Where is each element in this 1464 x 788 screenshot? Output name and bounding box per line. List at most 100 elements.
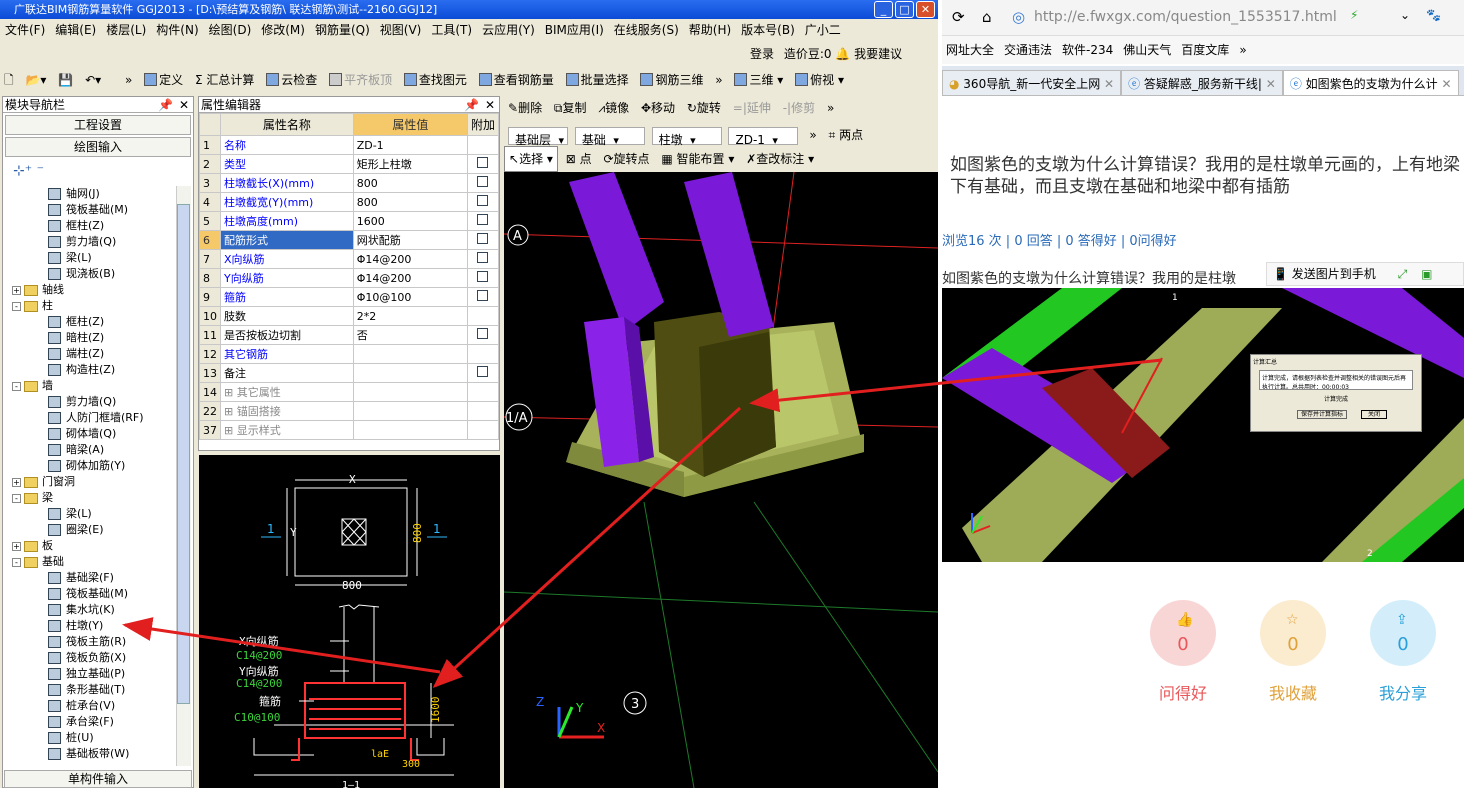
- tree-item[interactable]: 轴网(J): [6, 186, 176, 202]
- view-3d-dropdown[interactable]: 三维 ▾: [730, 68, 787, 92]
- open-icon[interactable]: 📂▾: [21, 68, 50, 92]
- property-row[interactable]: 13 备注: [199, 363, 500, 383]
- action-label[interactable]: 问得好: [1138, 680, 1228, 704]
- tab-close-icon[interactable]: ✕: [1100, 77, 1114, 91]
- collapse-icon[interactable]: -: [12, 557, 21, 567]
- add-checkbox[interactable]: [477, 195, 489, 206]
- tab-close-icon[interactable]: ✕: [1262, 77, 1276, 91]
- summary-calc-button[interactable]: Σ 汇总计算: [191, 68, 258, 92]
- tree-item[interactable]: 砌体加筋(Y): [6, 458, 176, 474]
- property-value[interactable]: [352, 420, 468, 440]
- tree-item[interactable]: 独立基础(P): [6, 666, 176, 682]
- property-value[interactable]: [352, 344, 468, 364]
- bookmark-item[interactable]: 交通违法: [1004, 43, 1052, 57]
- collapse-icon[interactable]: -: [12, 301, 21, 311]
- login-link[interactable]: 登录: [750, 47, 774, 61]
- tree-item[interactable]: 暗柱(Z): [6, 330, 176, 346]
- close-button[interactable]: ✕: [916, 1, 935, 18]
- tree-item[interactable]: 筏板基础(M): [6, 202, 176, 218]
- browser-tab[interactable]: ◕ 360导航_新一代安全上网 ✕: [942, 70, 1122, 95]
- floor-dropdown[interactable]: 基础层 ▾: [508, 126, 568, 146]
- tree-item[interactable]: 梁(L): [6, 506, 176, 522]
- minimize-button[interactable]: _: [874, 1, 893, 18]
- property-value[interactable]: 网状配筋: [352, 230, 468, 250]
- tree-item[interactable]: 桩承台(V): [6, 698, 176, 714]
- mirror-button[interactable]: ⩘镜像: [594, 96, 633, 120]
- tree-item[interactable]: -柱: [6, 298, 176, 314]
- panel-close-icon[interactable]: ✕: [179, 97, 189, 113]
- tree-item[interactable]: 构造柱(Z): [6, 362, 176, 378]
- property-row[interactable]: 6 配筋形式 网状配筋: [199, 230, 500, 250]
- property-row[interactable]: 14 ⊞ 其它属性: [199, 382, 500, 402]
- tree-item[interactable]: 筏板基础(M): [6, 586, 176, 602]
- tree-item[interactable]: - 基础: [6, 554, 176, 570]
- url-dropdown-icon[interactable]: ⌄: [1400, 8, 1410, 22]
- find-element-button[interactable]: 查找图元: [400, 68, 471, 92]
- property-value[interactable]: ZD-1: [352, 135, 468, 155]
- add-checkbox[interactable]: [477, 252, 489, 263]
- property-row[interactable]: 8 Y向纵筋 Φ14@200: [199, 268, 500, 288]
- select-button[interactable]: ↖选择 ▾: [504, 146, 558, 172]
- add-checkbox[interactable]: [477, 290, 489, 301]
- property-row[interactable]: 12 其它钢筋: [199, 344, 500, 364]
- new-icon[interactable]: 🗋: [0, 68, 18, 92]
- expand-icon[interactable]: +: [12, 477, 21, 487]
- expand-icon[interactable]: ⊞: [224, 386, 237, 399]
- property-row[interactable]: 37 ⊞ 显示样式: [199, 420, 500, 440]
- send-to-phone-bar[interactable]: 📱 发送图片到手机 ⤢ ▣: [1266, 262, 1464, 286]
- bookmark-item[interactable]: 百度文库: [1181, 43, 1229, 57]
- add-checkbox[interactable]: [477, 366, 489, 377]
- single-component-input-button[interactable]: 单构件输入: [4, 770, 192, 788]
- tree-scroll-thumb[interactable]: [177, 204, 190, 704]
- property-value[interactable]: [352, 363, 468, 383]
- view-rebar-qty-button[interactable]: 查看钢筋量: [475, 68, 558, 92]
- tree-item[interactable]: 筏板主筋(R): [6, 634, 176, 650]
- send-to-phone-label[interactable]: 发送图片到手机: [1292, 267, 1376, 281]
- property-row[interactable]: 1 名称 ZD-1: [199, 135, 500, 155]
- suggest-link[interactable]: 我要建议: [854, 47, 902, 61]
- add-checkbox[interactable]: [477, 328, 489, 339]
- property-row[interactable]: 10 肢数 2*2: [199, 306, 500, 326]
- cloud-check-button[interactable]: 云检查: [262, 68, 321, 92]
- project-settings-button[interactable]: 工程设置: [5, 115, 191, 135]
- copy-button[interactable]: ⧉复制: [550, 96, 591, 120]
- trim-button[interactable]: -|修剪: [779, 96, 819, 120]
- property-row[interactable]: 22 ⊞ 锚固搭接: [199, 401, 500, 421]
- menu-item[interactable]: 广小二: [800, 19, 846, 41]
- tree-item[interactable]: + 门窗洞: [6, 474, 176, 490]
- action-circle[interactable]: ⇪ 0: [1370, 600, 1436, 666]
- menu-item[interactable]: 版本号(B): [736, 19, 800, 41]
- expand-icon[interactable]: ⊞: [224, 405, 237, 418]
- type-dropdown[interactable]: 柱墩 ▾: [651, 126, 722, 146]
- expand-icon[interactable]: +: [12, 541, 21, 551]
- rotate-button[interactable]: ↻旋转: [683, 96, 725, 120]
- menu-item[interactable]: BIM应用(I): [540, 19, 609, 41]
- drawing-input-button[interactable]: 绘图输入: [5, 137, 191, 157]
- collapse-icon[interactable]: -: [12, 381, 21, 391]
- tree-item[interactable]: 剪力墙(Q): [6, 394, 176, 410]
- delete-button[interactable]: ✎删除: [504, 96, 546, 120]
- property-row[interactable]: 9 箍筋 Φ10@100: [199, 287, 500, 307]
- property-value[interactable]: [352, 401, 468, 421]
- maximize-button[interactable]: □: [895, 1, 914, 18]
- tree-item[interactable]: 端柱(Z): [6, 346, 176, 362]
- menu-item[interactable]: 楼层(L): [101, 19, 151, 41]
- rotate-point-button[interactable]: ⟳旋转点: [599, 147, 653, 171]
- rebar-3d-button[interactable]: 钢筋三维: [636, 68, 707, 92]
- question-image[interactable]: 1 2 计算汇总 计算完成，请根据列表检查并调整相关的错误图元后再执行计算。总共…: [942, 288, 1464, 562]
- category-dropdown[interactable]: 基础 ▾: [574, 126, 645, 146]
- menu-item[interactable]: 绘图(D): [204, 19, 257, 41]
- property-value[interactable]: Φ14@200: [352, 249, 468, 269]
- add-checkbox[interactable]: [477, 214, 489, 225]
- property-value[interactable]: 否: [352, 325, 468, 345]
- property-row[interactable]: 2 类型 矩形上柱墩: [199, 154, 500, 174]
- property-value[interactable]: 800: [352, 173, 468, 193]
- expand-icon[interactable]: ⤢: [1398, 267, 1408, 281]
- menu-item[interactable]: 修改(M): [256, 19, 310, 41]
- baidu-icon[interactable]: 🐾: [1426, 8, 1441, 22]
- property-value[interactable]: 1600: [352, 211, 468, 231]
- property-row[interactable]: 4 柱墩截宽(Y)(mm) 800: [199, 192, 500, 212]
- extend-button[interactable]: =|延伸: [729, 96, 775, 120]
- toolbar-more-icon-4[interactable]: »: [805, 123, 820, 146]
- menu-item[interactable]: 帮助(H): [684, 19, 736, 41]
